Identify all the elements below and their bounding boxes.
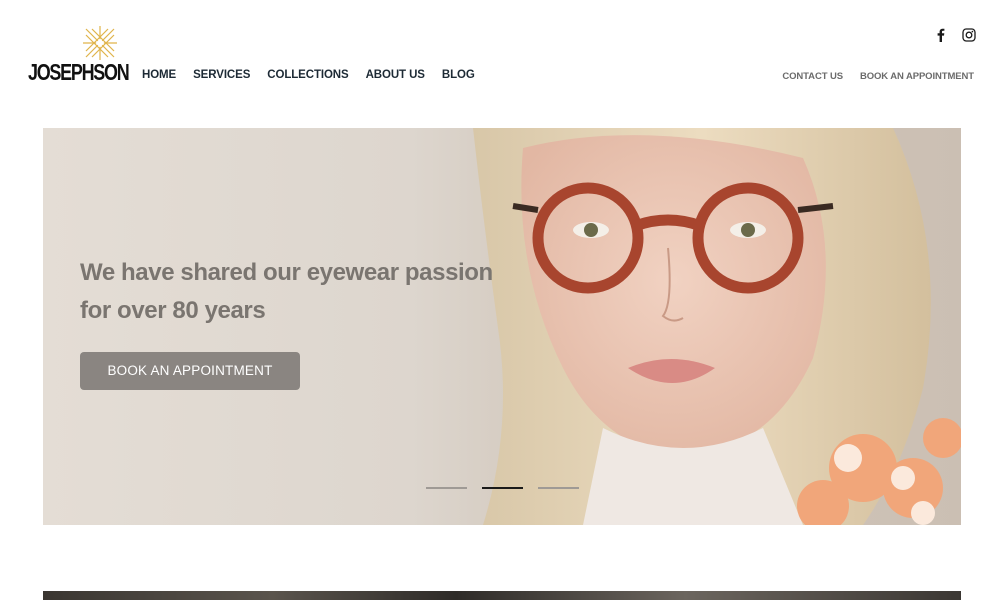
- brand-wordmark: JOSEPHSON: [28, 59, 130, 85]
- hero-heading: We have shared our eyewear passion for o…: [80, 259, 493, 324]
- instagram-icon[interactable]: [962, 28, 976, 42]
- nav-item-home[interactable]: HOME: [142, 69, 176, 81]
- next-section-image: [43, 591, 961, 600]
- hero-slider: We have shared our eyewear passion for o…: [43, 128, 961, 525]
- nav-item-blog[interactable]: BLOG: [442, 69, 475, 81]
- main-navigation: HOME SERVICES COLLECTIONS ABOUT US BLOG: [142, 69, 475, 81]
- nav-item-collections[interactable]: COLLECTIONS: [267, 69, 348, 81]
- logo-emblem-icon: [83, 26, 117, 60]
- book-appointment-button[interactable]: BOOK AN APPOINTMENT: [80, 352, 300, 390]
- contact-us-link[interactable]: CONTACT US: [782, 71, 843, 82]
- nav-item-about-us[interactable]: ABOUT US: [366, 69, 425, 81]
- utility-navigation: CONTACT US BOOK AN APPOINTMENT: [782, 71, 974, 82]
- facebook-icon[interactable]: [934, 28, 948, 42]
- slide-indicator-1[interactable]: [426, 487, 467, 489]
- slide-indicator-3[interactable]: [538, 487, 579, 489]
- brand-logo[interactable]: JOSEPHSON: [28, 26, 130, 86]
- book-appointment-link[interactable]: BOOK AN APPOINTMENT: [860, 71, 974, 82]
- social-links: [934, 28, 976, 42]
- slider-pagination: [426, 487, 579, 489]
- nav-item-services[interactable]: SERVICES: [193, 69, 250, 81]
- slide-indicator-2[interactable]: [482, 487, 523, 489]
